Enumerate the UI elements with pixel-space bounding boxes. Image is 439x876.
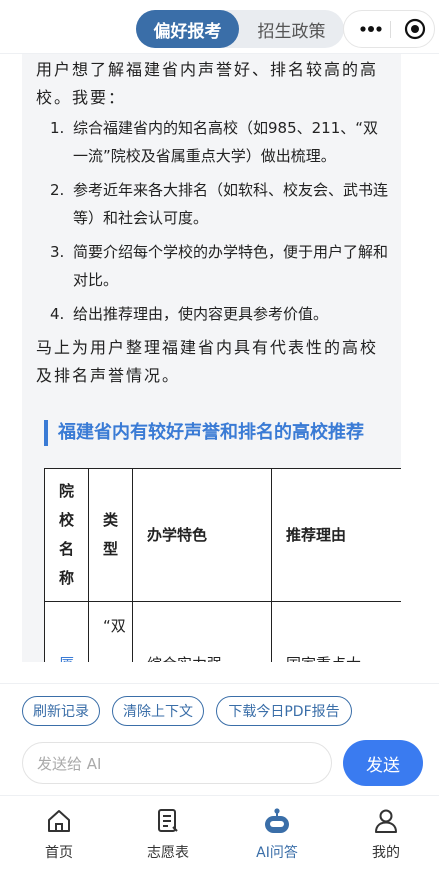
- home-icon: [44, 806, 74, 836]
- bottom-tab-bar: 首页 志愿表 AI问答 我的: [0, 795, 439, 876]
- column-header-features: 办学特色: [132, 468, 272, 602]
- tab-application-form[interactable]: 志愿表: [118, 796, 218, 866]
- refresh-history-button[interactable]: 刷新记录: [22, 696, 100, 726]
- app-screen: 偏好报考 招生政策 用户想了解福建省内声誉好、排名较高的高校。我要： 1. 综合福…: [0, 0, 439, 876]
- table-cell-features: 综合实力强: [132, 601, 272, 662]
- capsule-divider: [390, 21, 391, 38]
- list-item: 2. 参考近年来各大排名（如软科、校友会、武书连等）和社会认可度。: [50, 181, 389, 227]
- tab-profile[interactable]: 我的: [336, 796, 436, 866]
- table-row: 厦 “双 综合实力强 国家重点大: [44, 601, 401, 662]
- mode-switcher: 偏好报考 招生政策: [136, 10, 344, 48]
- tab-preference[interactable]: 偏好报考: [136, 10, 239, 48]
- list-item: 1. 综合福建省内的知名高校（如985、211、“双一流”院校及省属重点大学）做出…: [50, 119, 379, 165]
- chat-action-bar: 刷新记录 清除上下文 下载今日PDF报告 发送给 AI 发送: [0, 683, 439, 793]
- column-header-reason: 推荐理由: [271, 468, 401, 602]
- robot-icon: [262, 806, 292, 836]
- top-header: 偏好报考 招生政策: [0, 0, 439, 54]
- user-icon: [371, 806, 401, 836]
- thinking-steps: 1. 综合福建省内的知名高校（如985、211、“双一流”院校及省属重点大学）做出…: [36, 114, 389, 328]
- tab-label: 首页: [45, 845, 73, 861]
- thinking-conclusion: 马上为用户整理福建省内具有代表性的高校及排名声誉情况。: [36, 338, 379, 385]
- column-header-name: 院校名称: [44, 468, 89, 602]
- more-options-icon[interactable]: [356, 11, 386, 47]
- send-button[interactable]: 发送: [343, 740, 423, 786]
- ai-message-card: 用户想了解福建省内声誉好、排名较高的高校。我要： 1. 综合福建省内的知名高校（如…: [22, 54, 401, 662]
- list-item: 3. 简要介绍每个学校的办学特色，便于用户了解和对比。: [50, 243, 389, 289]
- list-item: 4. 给出推荐理由，使内容更具参考价值。: [50, 305, 329, 323]
- tab-home[interactable]: 首页: [9, 796, 109, 866]
- close-miniprogram-icon[interactable]: [400, 11, 430, 47]
- tab-ai-qa[interactable]: AI问答: [227, 796, 327, 866]
- university-table: 院校名称 类型 办学特色 推荐理由 厦 “双 综合实力强 国家重点大: [44, 468, 401, 662]
- table-cell-type: “双: [88, 601, 133, 662]
- document-icon: [153, 806, 183, 836]
- column-header-type: 类型: [88, 468, 133, 602]
- tab-admission-policy[interactable]: 招生政策: [239, 10, 344, 48]
- download-pdf-report-button[interactable]: 下载今日PDF报告: [216, 696, 352, 726]
- section-heading: 福建省内有较好声誉和排名的高校推荐: [44, 420, 389, 446]
- thinking-intro: 用户想了解福建省内声誉好、排名较高的高校。我要：: [36, 60, 379, 107]
- tab-label: AI问答: [256, 845, 298, 861]
- tab-label: 志愿表: [147, 845, 189, 861]
- clear-context-button[interactable]: 清除上下文: [112, 696, 204, 726]
- miniprogram-capsule: [343, 10, 435, 48]
- table-cell-reason: 国家重点大: [271, 601, 401, 662]
- message-input[interactable]: 发送给 AI: [22, 742, 332, 784]
- table-cell-name[interactable]: 厦: [44, 601, 89, 662]
- table-header-row: 院校名称 类型 办学特色 推荐理由: [44, 468, 401, 602]
- tab-label: 我的: [372, 845, 400, 861]
